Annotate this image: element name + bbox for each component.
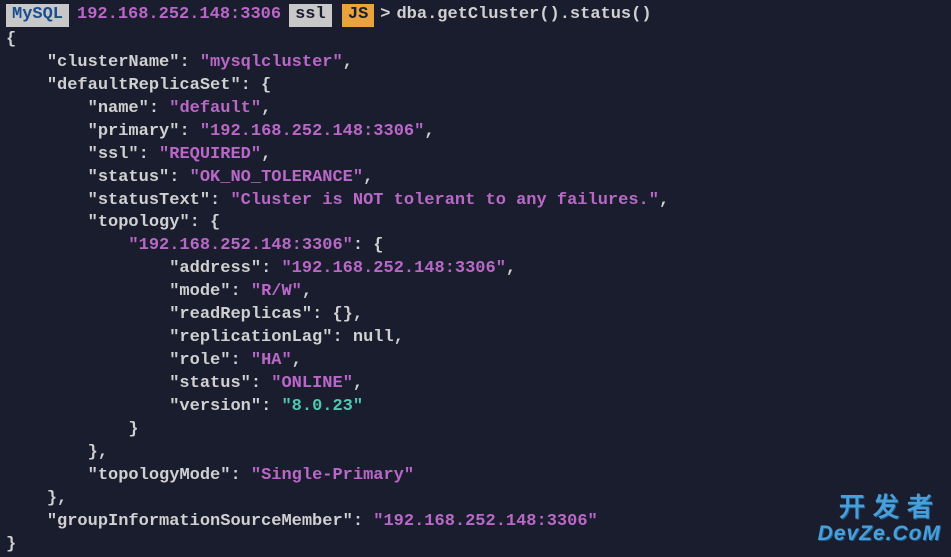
node-status: ONLINE (281, 374, 342, 393)
topology-key: 192.168.252.148:3306 (139, 236, 343, 255)
node-version: 8.0.23 (292, 397, 353, 416)
primary-host: 192.168.252.148:3306 (210, 122, 414, 141)
json-output: { "clusterName": "mysqlcluster", "defaul… (6, 29, 945, 557)
ssl-badge: ssl (289, 4, 332, 27)
node-mode: R/W (261, 282, 292, 301)
group-info-source: 192.168.252.148:3306 (383, 512, 587, 531)
topology-mode: Single-Primary (261, 466, 404, 485)
cluster-name: mysqlcluster (210, 53, 332, 72)
read-replicas: {} (332, 305, 352, 324)
prompt-arrow: > (374, 4, 396, 27)
js-mode-badge: JS (342, 4, 374, 27)
replication-lag: null (353, 328, 394, 347)
status-value: OK_NO_TOLERANCE (200, 168, 353, 187)
command-input[interactable]: dba.getCluster().status() (396, 4, 651, 27)
watermark-cn: 开发者 (818, 493, 941, 522)
node-role: HA (261, 351, 281, 370)
host-badge: 192.168.252.148:3306 (69, 4, 289, 27)
mysql-badge: MySQL (6, 4, 69, 27)
watermark: 开发者 DevZe.CoM (818, 493, 941, 545)
watermark-en: DevZe.CoM (818, 522, 941, 545)
status-text: Cluster is NOT tolerant to any failures. (241, 191, 649, 210)
replica-name: default (179, 99, 250, 118)
node-address: 192.168.252.148:3306 (292, 259, 496, 278)
shell-prompt[interactable]: MySQL 192.168.252.148:3306 ssl JS > dba.… (6, 4, 945, 27)
ssl-value: REQUIRED (169, 145, 251, 164)
